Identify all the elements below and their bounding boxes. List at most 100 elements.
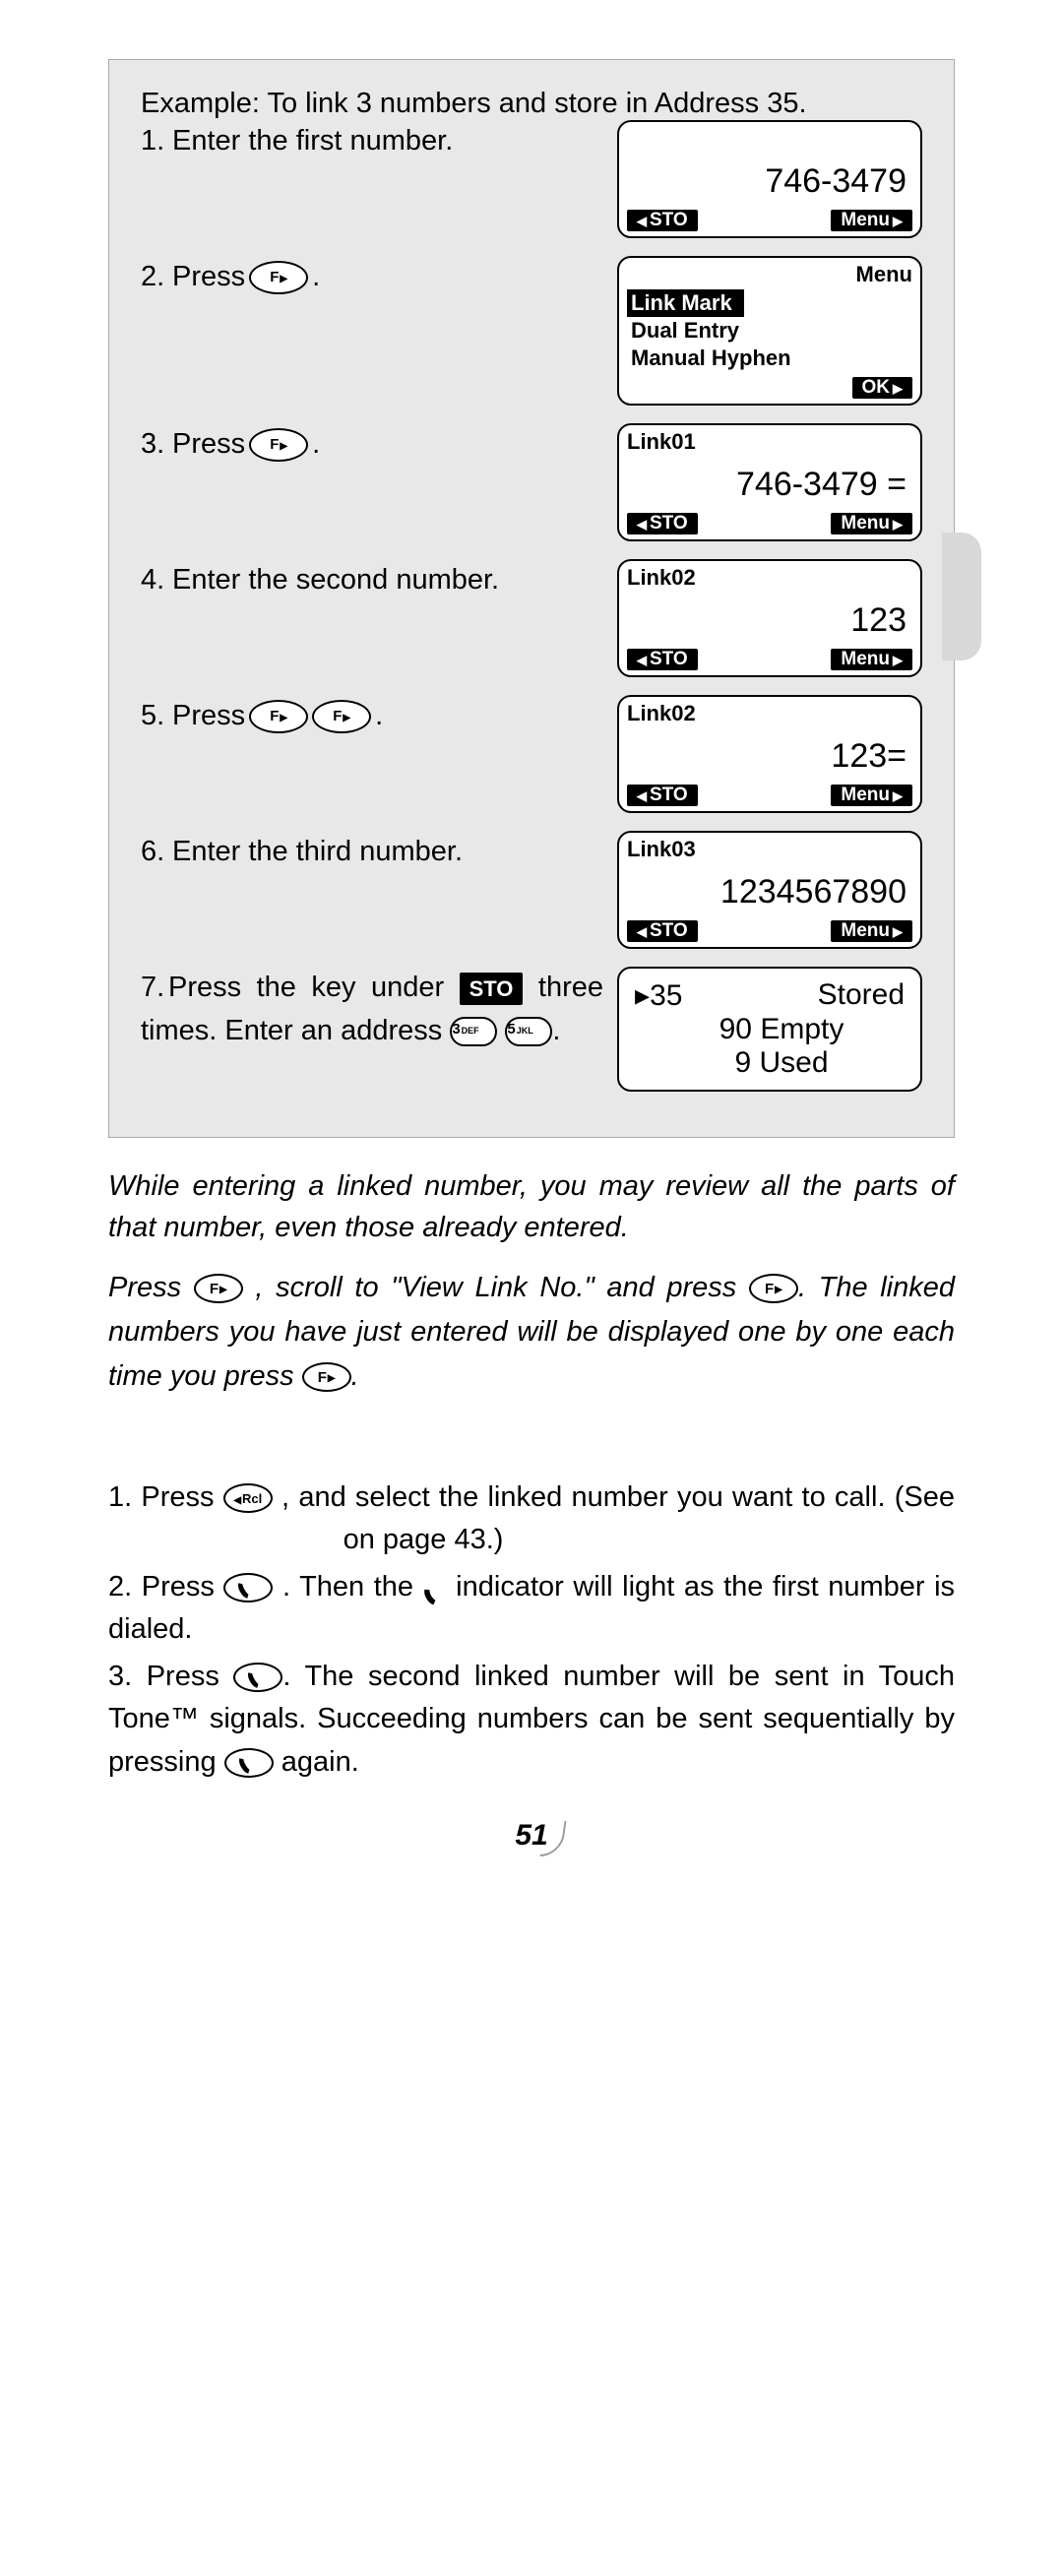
page-number: 51: [108, 1819, 955, 1853]
softkey-bar: OK: [619, 374, 920, 404]
menu-list: Link Mark Dual Entry Manual Hyphen: [619, 287, 920, 374]
step-label: Enter the second number.: [172, 559, 499, 602]
f-button[interactable]: F: [302, 1362, 351, 1392]
rcl-button[interactable]: Rcl: [223, 1483, 273, 1513]
send-button[interactable]: [233, 1663, 282, 1692]
softkey-bar: STO Menu: [619, 646, 920, 675]
step-label: Press: [172, 695, 245, 738]
step-3-text: 3. Press F.: [141, 423, 603, 467]
step-1-text: 1. Enter the first number.: [141, 120, 603, 163]
step-label: Press: [172, 256, 245, 299]
softkey-menu[interactable]: Menu: [831, 649, 912, 670]
step-7-text: 7. Press the key under STO three times. …: [141, 967, 603, 1052]
phone-screen-stored: ▸35 Stored 90 Empty 9 Used: [617, 967, 922, 1092]
step-7: 7. Press the key under STO three times. …: [141, 967, 922, 1092]
step-6-text: 6. Enter the third number.: [141, 831, 603, 874]
sto-key-inline: STO: [460, 973, 524, 1005]
step-number: 7.: [141, 967, 168, 1010]
step-3: 3. Press F. Link01 746-3479 = STO Menu: [141, 423, 922, 541]
f-button[interactable]: F: [194, 1274, 243, 1303]
example-heading-label: Example:: [141, 88, 260, 119]
note-paragraph-1: While entering a linked number, you may …: [108, 1165, 955, 1248]
softkey-menu[interactable]: Menu: [831, 210, 912, 231]
call-step-1: 1. Press Rcl , and select the linked num…: [108, 1476, 955, 1562]
step-2-text: 2. Press F.: [141, 256, 603, 299]
empty-count: 90 Empty: [635, 1013, 905, 1046]
softkey-bar: STO Menu: [619, 782, 920, 811]
f-button[interactable]: F: [249, 700, 308, 733]
softkey-ok[interactable]: OK: [852, 377, 913, 399]
note-text: , scroll to "View Link No." and press: [255, 1272, 736, 1303]
softkey-bar: STO Menu: [619, 510, 920, 539]
phone-up-icon: [236, 1576, 260, 1600]
f-button[interactable]: F: [312, 700, 371, 733]
softkey-sto[interactable]: STO: [627, 649, 698, 670]
example-sub: To link 3 numbers and store in Address 3…: [267, 88, 806, 119]
keypad-5-button[interactable]: 5JKL: [505, 1017, 552, 1046]
step-label: Enter the first number.: [172, 120, 453, 163]
page-number-text: 51: [505, 1819, 557, 1853]
step-2: 2. Press F. Menu Link Mark Dual Entry Ma…: [141, 256, 922, 406]
f-button[interactable]: F: [749, 1274, 798, 1303]
text: . Then the: [282, 1571, 413, 1602]
softkey-sto[interactable]: STO: [627, 785, 698, 806]
softkey-menu[interactable]: Menu: [831, 785, 912, 806]
text: Press: [141, 1481, 214, 1513]
phone-icon: [423, 1576, 447, 1600]
step-label: Press: [172, 423, 245, 467]
softkey-sto[interactable]: STO: [627, 920, 698, 942]
menu-item-linkmark[interactable]: Link Mark: [627, 289, 744, 317]
step-5-text: 5. Press F F.: [141, 695, 603, 738]
text: Press: [142, 1571, 215, 1602]
step-label: Press the key under: [168, 972, 444, 1003]
step-5: 5. Press F F. Link02 123= STO Menu: [141, 695, 922, 813]
page-tab-notch: [942, 533, 981, 660]
menu-item-dualentry[interactable]: Dual Entry: [627, 317, 912, 345]
example-heading: Example: To link 3 numbers and store in …: [141, 88, 922, 120]
softkey-sto[interactable]: STO: [627, 210, 698, 231]
note-text: Press: [108, 1272, 181, 1303]
screen-label: Link03: [619, 833, 920, 862]
call-step-2: 2. Press . Then the indicator will light…: [108, 1566, 955, 1652]
text: again.: [281, 1746, 359, 1778]
text: on page 43.): [344, 1524, 504, 1555]
step-6: 6. Enter the third number. Link03 123456…: [141, 831, 922, 949]
f-button[interactable]: F: [249, 428, 308, 462]
step-number: 1.: [141, 120, 168, 163]
note-text: .: [351, 1360, 359, 1392]
example-box: Example: To link 3 numbers and store in …: [108, 59, 955, 1138]
softkey-menu[interactable]: Menu: [831, 920, 912, 942]
text: Press: [147, 1661, 219, 1692]
send-button[interactable]: [223, 1573, 273, 1602]
phone-screen-4: Link02 123 STO Menu: [617, 559, 922, 677]
phone-screen-6: Link03 1234567890 STO Menu: [617, 831, 922, 949]
phone-screen-3: Link01 746-3479 = STO Menu: [617, 423, 922, 541]
note-paragraph-2: Press F , scroll to "View Link No." and …: [108, 1266, 955, 1399]
phone-up-icon: [237, 1751, 261, 1775]
softkey-menu[interactable]: Menu: [831, 513, 912, 534]
phone-screen-1: 746-3479 STO Menu: [617, 120, 922, 238]
step-label: Enter the third number.: [172, 831, 463, 874]
screen-label: Link02: [619, 561, 920, 591]
address-num: ▸35: [635, 978, 682, 1013]
step-number: 4.: [141, 559, 168, 602]
menu-item-manualhyphen[interactable]: Manual Hyphen: [627, 345, 912, 372]
softkey-sto[interactable]: STO: [627, 513, 698, 534]
send-button[interactable]: [224, 1748, 274, 1778]
screen-number: 746-3479 =: [619, 455, 920, 510]
screen-number: 1234567890: [619, 862, 920, 917]
step-number: 6.: [141, 831, 168, 874]
keypad-3-button[interactable]: 3DEF: [450, 1017, 497, 1046]
calling-steps: 1. Press Rcl , and select the linked num…: [108, 1476, 955, 1785]
screen-number: 746-3479: [619, 142, 920, 208]
step-4-text: 4. Enter the second number.: [141, 559, 603, 602]
step-4: 4. Enter the second number. Link02 123 S…: [141, 559, 922, 677]
step-1: 1. Enter the first number. 746-3479 STO …: [141, 120, 922, 238]
screen-title: Menu: [619, 258, 920, 287]
f-button[interactable]: F: [249, 261, 308, 294]
screen-label: Link01: [619, 425, 920, 455]
used-count: 9 Used: [635, 1046, 905, 1080]
text: , and select the linked number you want …: [281, 1481, 955, 1513]
phone-up-icon: [246, 1665, 270, 1689]
step-number: 5.: [141, 695, 168, 738]
